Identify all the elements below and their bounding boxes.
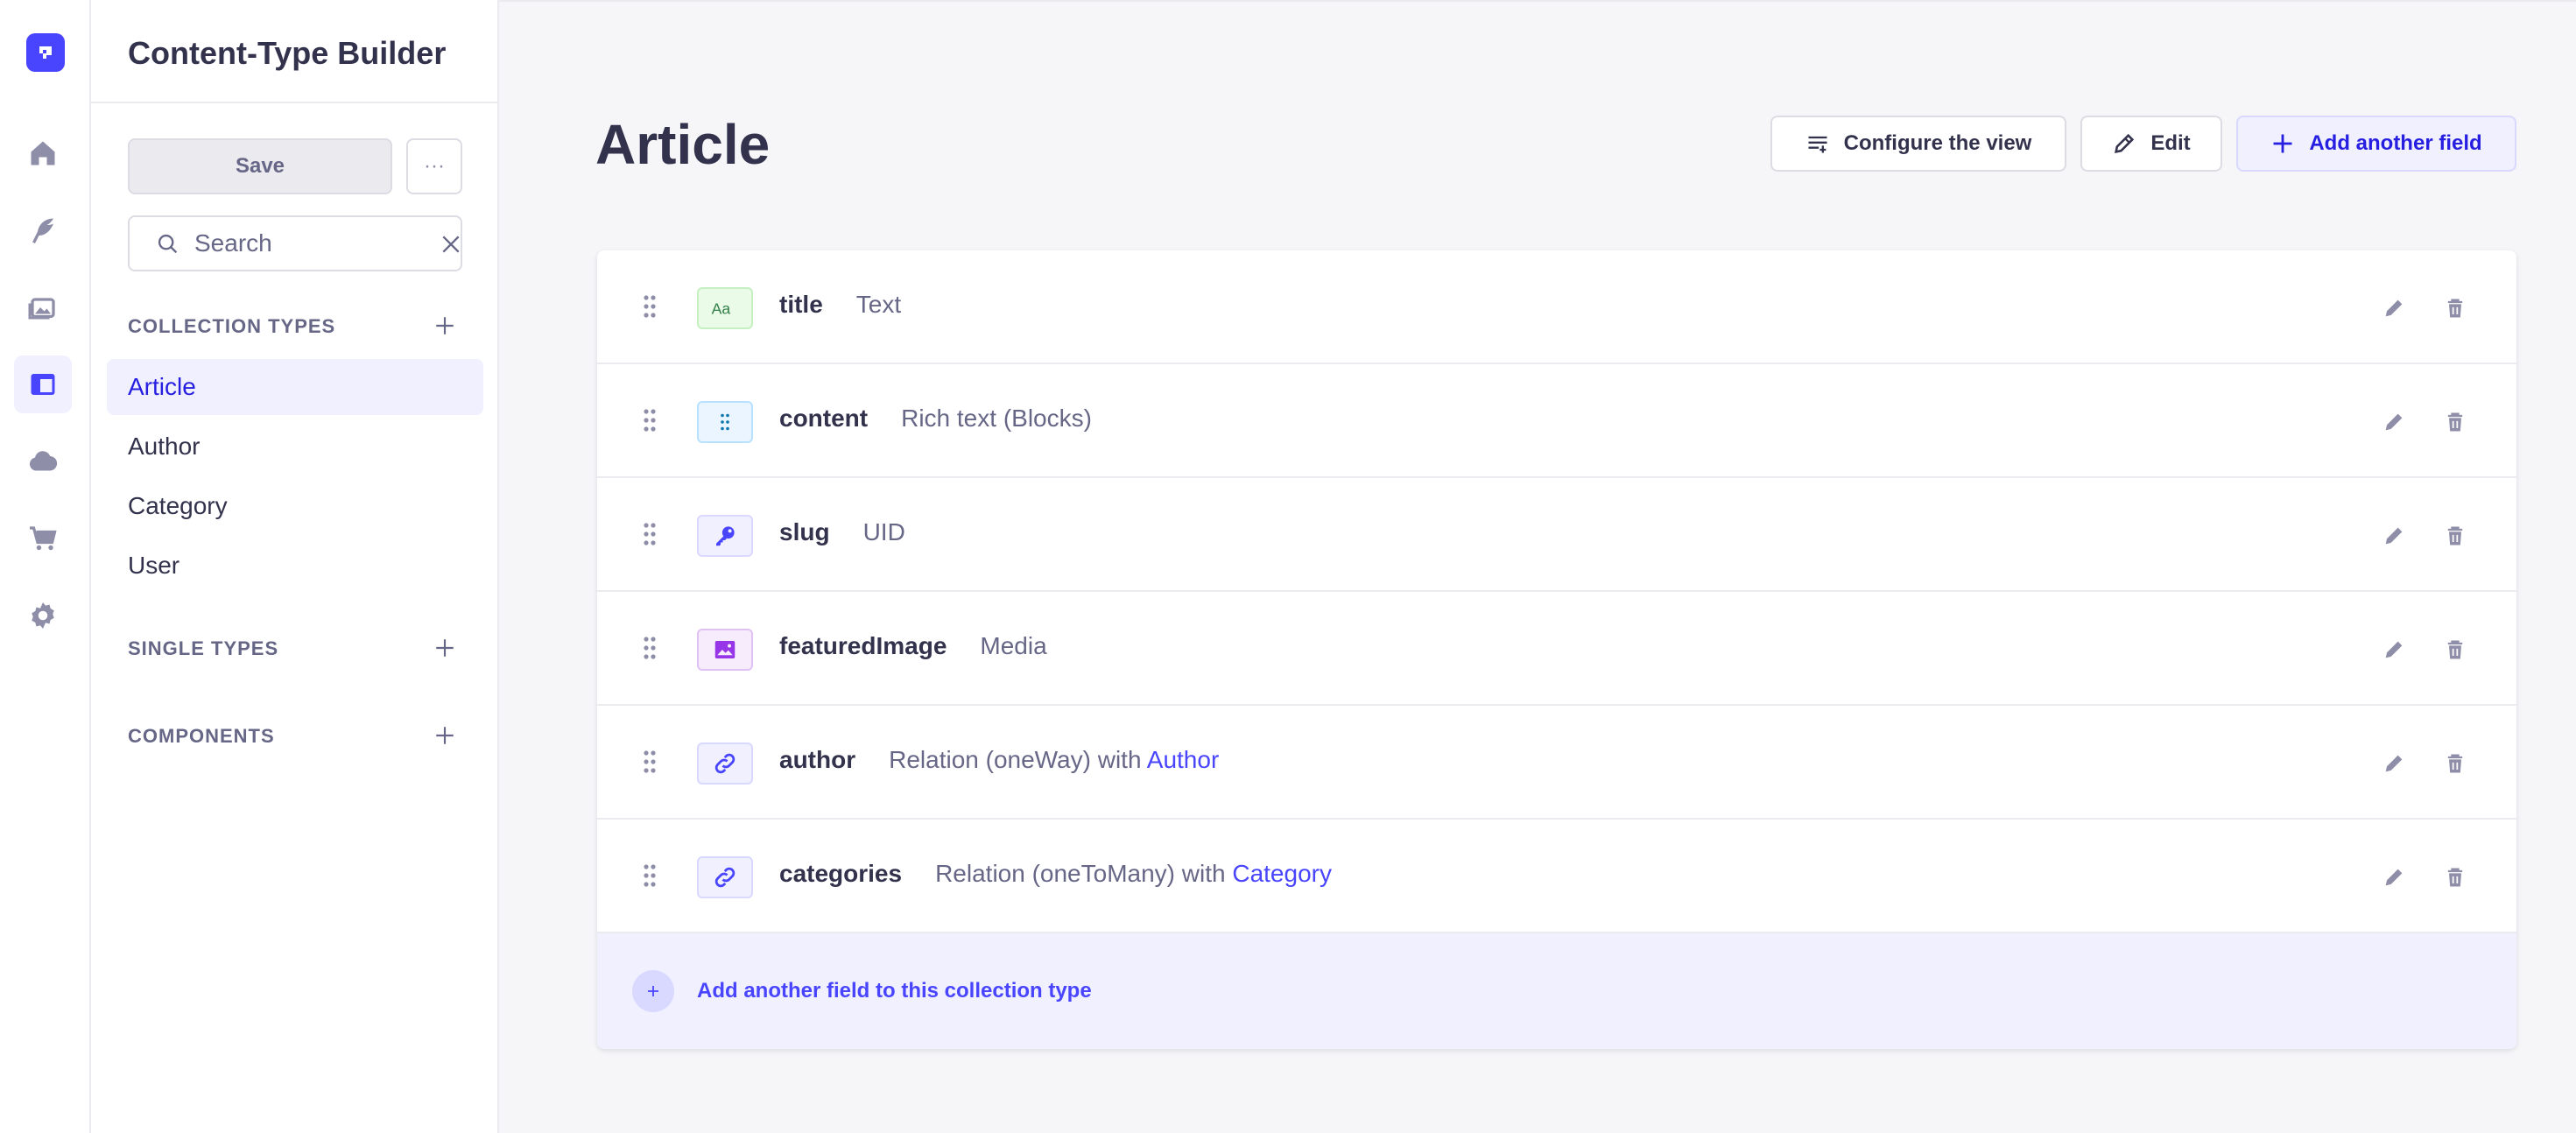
- relation-target-link[interactable]: Category: [1232, 860, 1332, 887]
- field-row-categories: categories Relation (oneToMany) with Cate…: [597, 820, 2516, 933]
- drag-handle-icon[interactable]: [643, 636, 657, 660]
- relation-type-icon: [697, 856, 753, 898]
- key-type-icon: [697, 515, 753, 557]
- svg-text:Aa: Aa: [712, 300, 731, 318]
- sidebar-title: Content-Type Builder: [128, 35, 447, 71]
- plus-circle-icon: [632, 970, 674, 1012]
- cloud-icon[interactable]: [14, 433, 72, 490]
- list-settings-icon: [1808, 136, 1827, 153]
- delete-field-icon[interactable]: [2438, 860, 2473, 895]
- main-nav-rail: [0, 0, 91, 1133]
- page-title: Article: [595, 113, 771, 176]
- gear-icon[interactable]: [14, 587, 72, 644]
- configure-view-label: Configure the view: [1843, 131, 2032, 155]
- field-row-content: content Rich text (Blocks): [597, 364, 2516, 478]
- clear-search-icon[interactable]: [440, 233, 462, 256]
- blocks-type-icon: [697, 401, 753, 443]
- delete-field-icon[interactable]: [2438, 518, 2473, 553]
- drag-handle-icon[interactable]: [643, 408, 657, 433]
- content-type-builder-sidebar: Content-Type Builder Save ··· COLLECTION…: [91, 0, 499, 1133]
- top-border: [499, 0, 2576, 2]
- field-row-title: Aa title Text: [597, 250, 2516, 364]
- search-icon: [158, 234, 178, 254]
- edit-field-icon[interactable]: [2376, 746, 2411, 781]
- add-single-type-icon[interactable]: [427, 630, 462, 665]
- feather-icon[interactable]: [14, 201, 72, 259]
- delete-field-icon[interactable]: [2438, 746, 2473, 781]
- field-label: title Text: [779, 291, 901, 319]
- field-name: title: [779, 291, 823, 318]
- drag-handle-icon[interactable]: [643, 294, 657, 319]
- field-type: Relation (oneWay) with Author: [889, 746, 1219, 773]
- plus-icon: [2273, 134, 2292, 153]
- field-type: UID: [862, 518, 905, 545]
- section-label-components: COMPONENTS: [128, 725, 275, 747]
- relation-text: Relation (oneToMany) with: [935, 860, 1233, 887]
- section-label-single-types: SINGLE TYPES: [128, 637, 279, 659]
- field-type: Text: [855, 291, 902, 318]
- add-field-row[interactable]: Add another field to this collection typ…: [597, 933, 2516, 1049]
- field-type: Rich text (Blocks): [901, 405, 1092, 432]
- sidebar-item-category[interactable]: Category: [107, 478, 483, 534]
- edit-field-icon[interactable]: [2376, 291, 2411, 326]
- more-actions-button[interactable]: ···: [406, 138, 462, 194]
- search-field[interactable]: [128, 215, 462, 271]
- field-label: categories Relation (oneToMany) with Cate…: [779, 860, 1332, 888]
- field-label: content Rich text (Blocks): [779, 405, 1092, 433]
- add-collection-type-icon[interactable]: [427, 308, 462, 343]
- pencil-icon: [2115, 133, 2135, 153]
- media-type-icon: [697, 629, 753, 671]
- sidebar-item-author[interactable]: Author: [107, 419, 483, 475]
- field-row-author: author Relation (oneWay) with Author: [597, 706, 2516, 820]
- field-name: categories: [779, 860, 903, 887]
- edit-field-icon[interactable]: [2376, 632, 2411, 667]
- field-label: author Relation (oneWay) with Author: [779, 746, 1219, 774]
- sidebar-divider: [91, 102, 497, 103]
- field-row-featuredimage: featuredImage Media: [597, 592, 2516, 706]
- field-label: featuredImage Media: [779, 632, 1047, 660]
- cart-icon[interactable]: [14, 510, 72, 567]
- field-name: featuredImage: [779, 632, 947, 659]
- field-name: slug: [779, 518, 830, 545]
- add-component-icon[interactable]: [427, 718, 462, 753]
- edit-field-icon[interactable]: [2376, 518, 2411, 553]
- drag-handle-icon[interactable]: [643, 749, 657, 774]
- add-another-field-button[interactable]: Add another field: [2236, 116, 2516, 172]
- edit-content-type-button[interactable]: Edit: [2080, 116, 2222, 172]
- add-field-label: Add another field: [2309, 131, 2482, 155]
- delete-field-icon[interactable]: [2438, 291, 2473, 326]
- delete-field-icon[interactable]: [2438, 405, 2473, 440]
- drag-handle-icon[interactable]: [643, 863, 657, 888]
- text-type-icon: Aa: [697, 287, 753, 329]
- image-icon[interactable]: [14, 278, 72, 336]
- field-row-slug: slug UID: [597, 478, 2516, 592]
- field-label: slug UID: [779, 518, 905, 546]
- relation-type-icon: [697, 742, 753, 785]
- add-field-to-collection-label: Add another field to this collection typ…: [697, 979, 1092, 1003]
- delete-field-icon[interactable]: [2438, 632, 2473, 667]
- drag-handle-icon[interactable]: [643, 522, 657, 546]
- sidebar-item-user[interactable]: User: [107, 538, 483, 594]
- field-name: content: [779, 405, 869, 432]
- sidebar-item-article[interactable]: Article: [107, 359, 483, 415]
- relation-target-link[interactable]: Author: [1147, 746, 1220, 773]
- configure-view-button[interactable]: Configure the view: [1770, 116, 2066, 172]
- search-input[interactable]: [194, 226, 396, 261]
- edit-field-icon[interactable]: [2376, 405, 2411, 440]
- relation-text: Relation (oneWay) with: [889, 746, 1147, 773]
- save-button[interactable]: Save: [128, 138, 392, 194]
- section-label-collection-types: COLLECTION TYPES: [128, 315, 336, 337]
- fields-list: Aa title Text content Rich text (Blocks) s…: [597, 250, 2516, 1049]
- field-name: author: [779, 746, 856, 773]
- field-type: Relation (oneToMany) with Category: [935, 860, 1332, 887]
- field-type: Media: [980, 632, 1047, 659]
- home-icon[interactable]: [14, 124, 72, 182]
- edit-field-icon[interactable]: [2376, 860, 2411, 895]
- app-logo-icon[interactable]: [26, 33, 65, 72]
- layout-icon[interactable]: [14, 355, 72, 413]
- edit-label: Edit: [2150, 131, 2191, 155]
